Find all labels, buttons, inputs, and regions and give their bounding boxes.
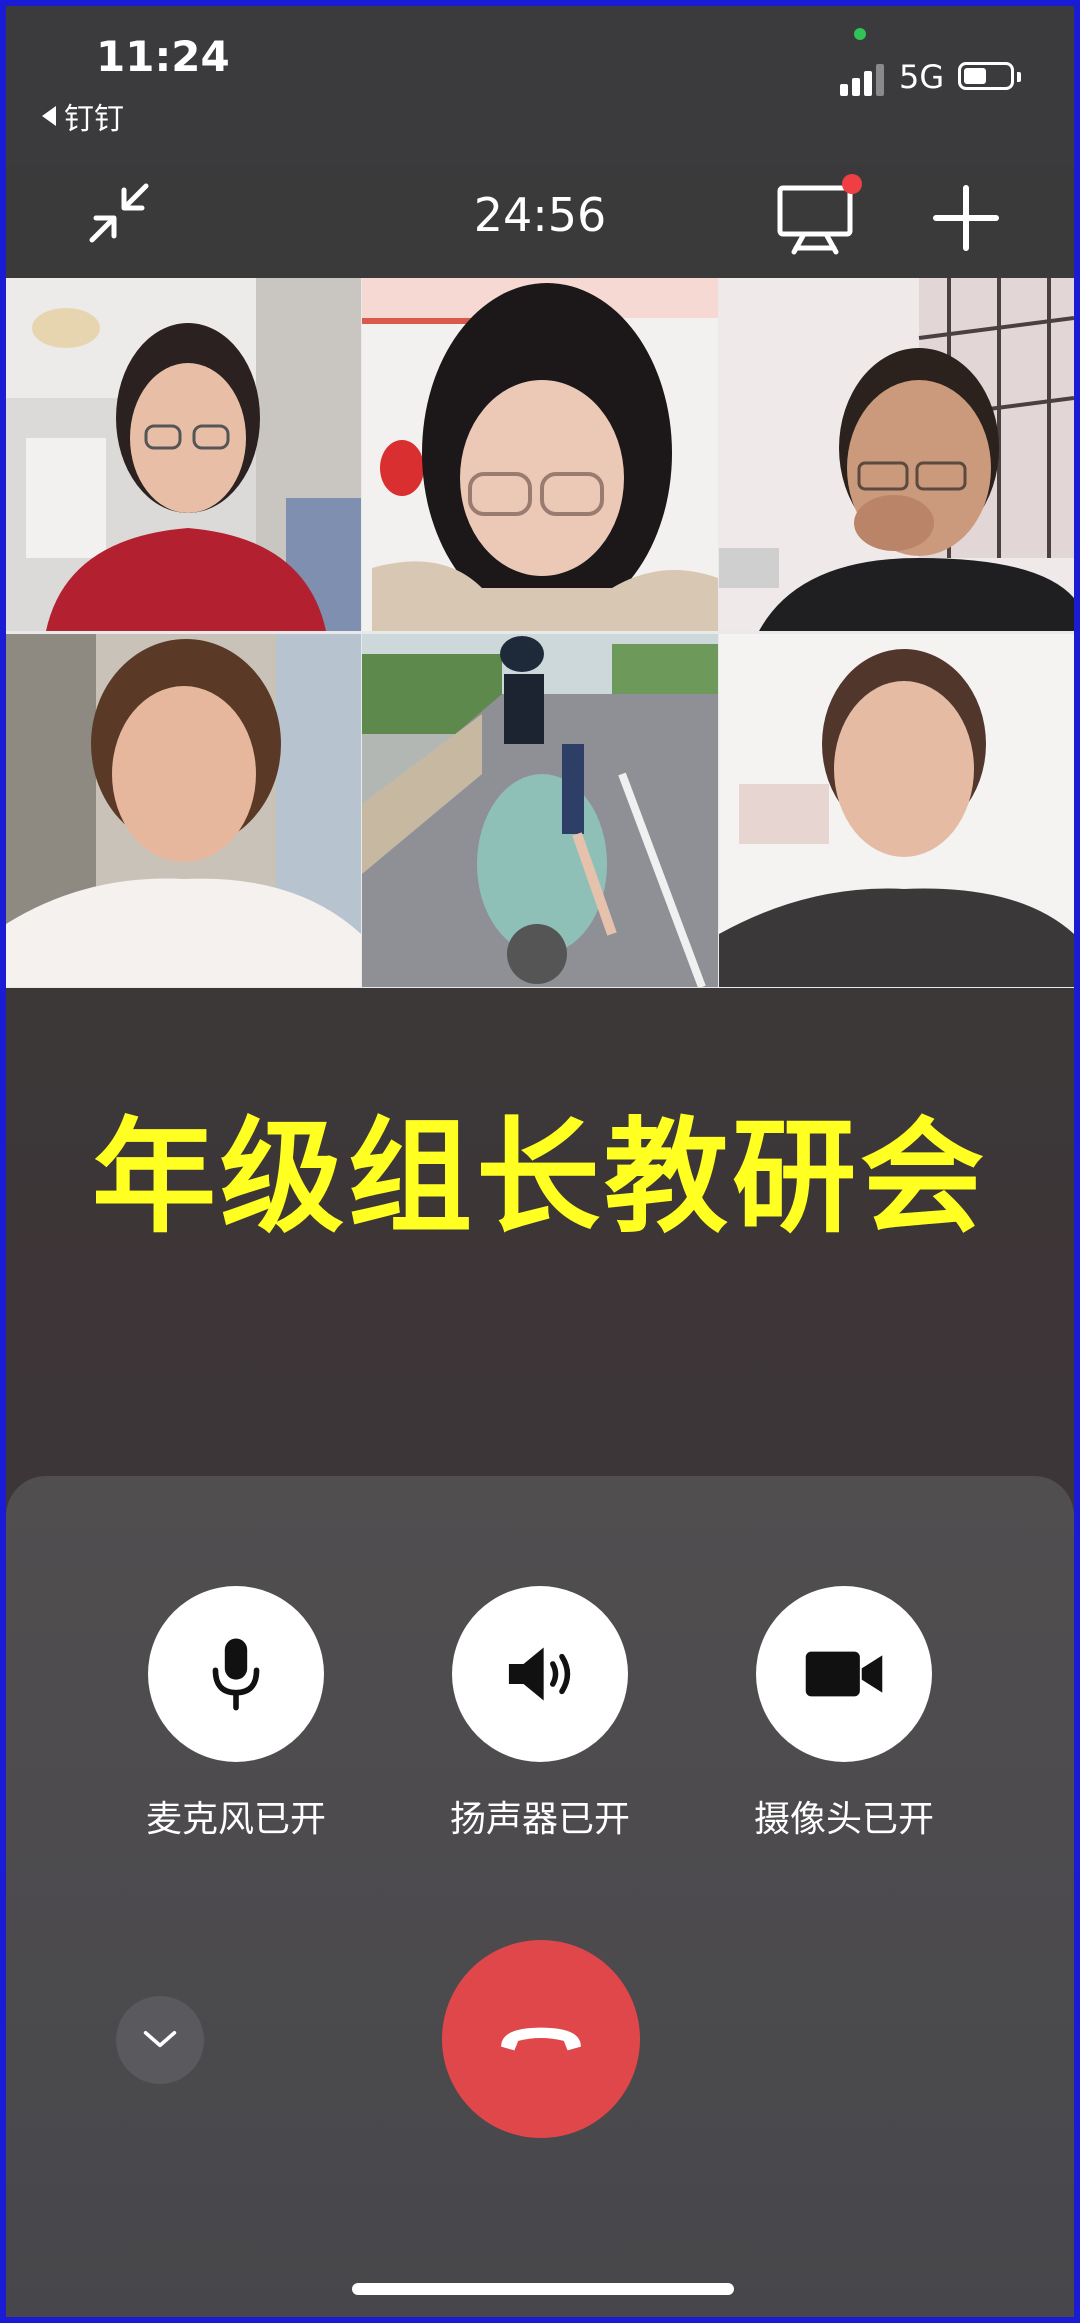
participant-tile-5[interactable] [362,634,718,987]
hang-up-icon [501,2027,581,2051]
participant-tile-1[interactable] [6,278,361,631]
meeting-title-banner: 年级组长教研会 [91,1106,988,1250]
home-indicator[interactable] [352,2283,734,2295]
back-arrow-icon [42,106,56,126]
call-timer: 24:56 [473,188,607,242]
microphone-icon [212,1638,260,1711]
signal-icon [840,62,888,96]
camera-toggle[interactable]: 摄像头已开 [754,1586,934,1842]
network-type: 5G [899,58,945,96]
speaker-label: 扬声器已开 [449,1799,630,1840]
hang-up-button[interactable] [442,1940,640,2138]
camera-icon [805,1651,883,1697]
collapse-panel-button[interactable] [116,1996,204,2084]
participant-tile-3[interactable] [719,278,1074,631]
speaker-button[interactable] [452,1586,628,1762]
speaker-icon [508,1647,571,1701]
participant-tile-4[interactable] [6,634,361,987]
chevron-down-icon [143,2031,177,2048]
microphone-button[interactable] [148,1586,324,1762]
participant-tile-6[interactable] [719,634,1074,987]
call-screen: 11:24 钉钉 5G 24:56 年级组长教研会 麦克风已开 扬声器已开 摄像… [6,6,1074,2317]
microphone-label: 麦克风已开 [145,1799,326,1840]
privacy-indicator-icon [854,28,866,40]
battery-icon [958,62,1021,90]
status-time: 11:24 [96,32,230,81]
speaker-toggle[interactable]: 扬声器已开 [450,1586,630,1842]
back-app-label: 钉钉 [64,102,124,137]
back-to-app-link[interactable]: 钉钉 [42,94,124,138]
notification-dot [842,174,862,194]
microphone-toggle[interactable]: 麦克风已开 [146,1586,326,1842]
camera-label: 摄像头已开 [753,1799,934,1840]
camera-button[interactable] [756,1586,932,1762]
participant-tile-2[interactable] [362,278,718,631]
video-grid [6,278,1074,988]
add-icon[interactable] [930,182,1002,254]
